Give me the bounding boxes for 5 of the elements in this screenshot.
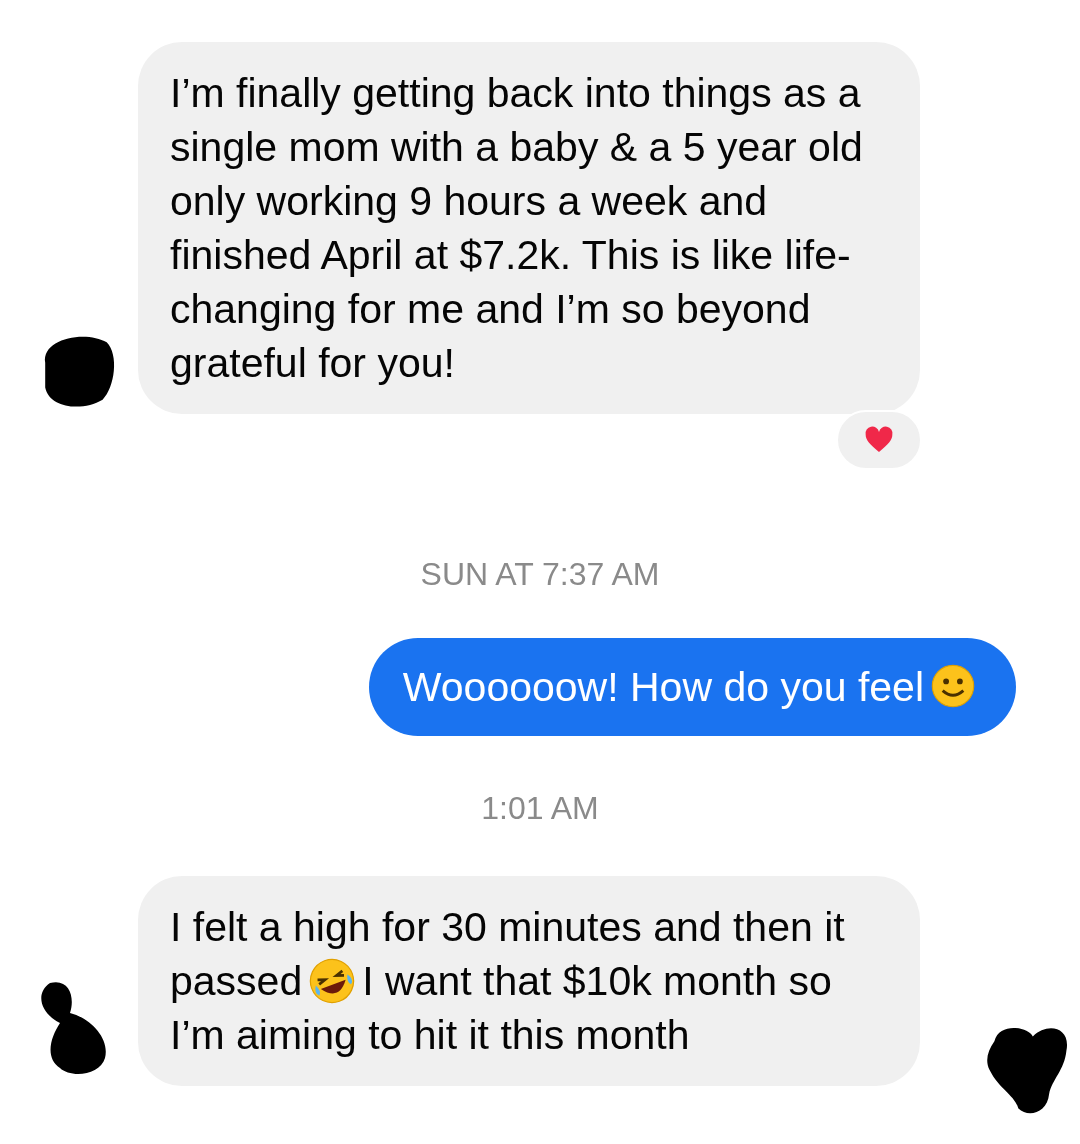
received-message: I felt a high for 30 minutes and then it passed I want that $10k month so I’m aiming to hit it this month xyxy=(138,876,920,1086)
received-message: I’m finally getting back into things as a single mom with a baby & a 5 year old only working 9 hours a week and finished April at $7.2k. This is like life-changing for me and I’m so beyond grateful for you! xyxy=(138,42,920,414)
timestamp: 1:01 AM xyxy=(481,789,599,828)
timestamp: SUN AT 7:37 AM xyxy=(420,555,660,594)
sent-message: Woooooow! How do you feel xyxy=(368,638,1016,736)
